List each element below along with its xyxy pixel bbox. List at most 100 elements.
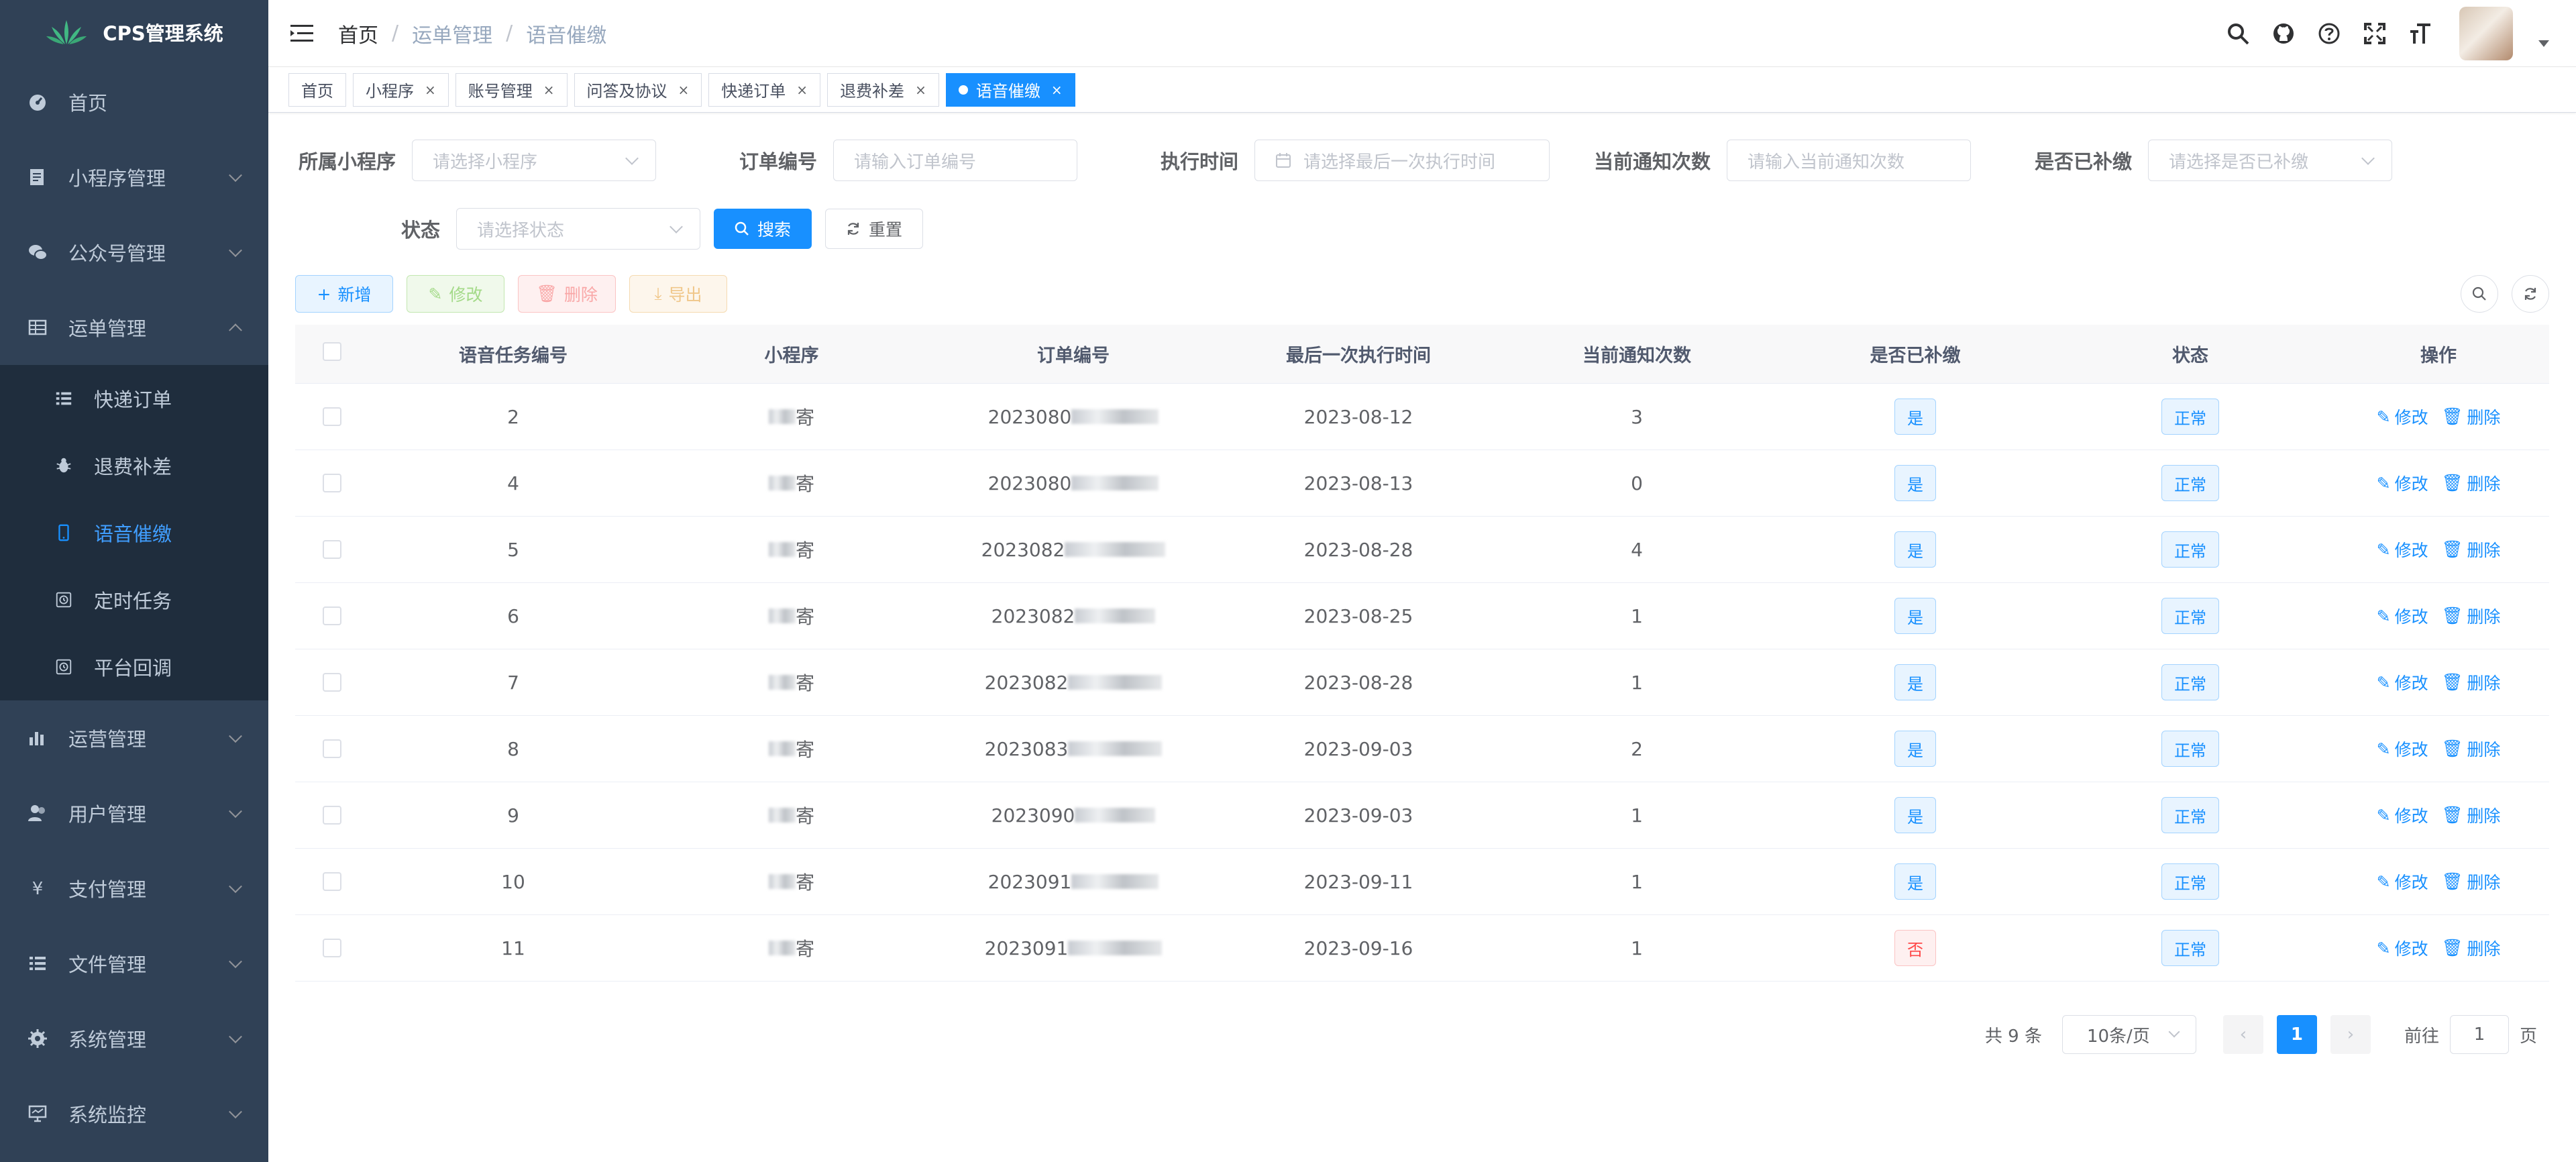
- row-delete-link[interactable]: 🗑 删除: [2442, 737, 2501, 761]
- export-button[interactable]: ⤓ 导出: [629, 275, 727, 313]
- sidebar-item[interactable]: 首页: [0, 64, 268, 140]
- sidebar-subitem[interactable]: 定时任务: [0, 566, 268, 633]
- toggle-search-button[interactable]: [2461, 275, 2498, 313]
- notify-count: 1: [1631, 804, 1643, 827]
- sidebar-item[interactable]: 小程序管理: [0, 140, 268, 215]
- search-icon[interactable]: [2224, 20, 2251, 47]
- font-size-icon[interactable]: [2407, 20, 2434, 47]
- system-icon: [27, 1028, 48, 1049]
- header-count: 当前通知次数: [1582, 346, 1691, 366]
- row-delete-link[interactable]: 🗑 删除: [2442, 471, 2501, 495]
- row-edit-link[interactable]: ✎ 修改: [2377, 869, 2428, 894]
- app-name: 寄: [795, 539, 814, 562]
- paid-select[interactable]: 请选择是否已补缴: [2148, 140, 2392, 181]
- page-number-button[interactable]: 1: [2276, 1015, 2317, 1054]
- row-delete-link[interactable]: 🗑 删除: [2442, 537, 2501, 562]
- close-icon[interactable]: ×: [678, 82, 690, 98]
- app-select[interactable]: 请选择小程序: [412, 140, 656, 181]
- sidebar-item[interactable]: ¥ 支付管理: [0, 851, 268, 926]
- chevron-down-icon: [2168, 1026, 2180, 1038]
- refresh-table-button[interactable]: [2512, 275, 2549, 313]
- status-badge: 正常: [2161, 399, 2219, 435]
- close-icon[interactable]: ×: [796, 82, 808, 98]
- close-icon[interactable]: ×: [425, 82, 436, 98]
- sidebar-subitem[interactable]: 快递订单: [0, 365, 268, 432]
- next-page-button[interactable]: ›: [2330, 1015, 2371, 1054]
- sidebar-item[interactable]: 系统监控: [0, 1076, 268, 1151]
- row-checkbox[interactable]: [323, 939, 341, 957]
- select-all-checkbox[interactable]: [323, 342, 341, 361]
- row-checkbox[interactable]: [323, 540, 341, 559]
- close-icon[interactable]: ×: [1051, 82, 1063, 98]
- row-delete-link[interactable]: 🗑 删除: [2442, 405, 2501, 429]
- tag[interactable]: 小程序 ×: [353, 72, 449, 107]
- row-delete-link[interactable]: 🗑 删除: [2442, 604, 2501, 628]
- add-button[interactable]: + 新增: [295, 275, 393, 313]
- sidebar-subitem[interactable]: 退费补差: [0, 432, 268, 499]
- tag[interactable]: 快递订单 ×: [708, 72, 821, 107]
- row-delete-link[interactable]: 🗑 删除: [2442, 670, 2501, 694]
- row-edit-link[interactable]: ✎ 修改: [2377, 471, 2428, 495]
- status-select[interactable]: 请选择状态: [456, 208, 700, 250]
- row-checkbox[interactable]: [323, 606, 341, 625]
- row-checkbox[interactable]: [323, 806, 341, 825]
- sidebar-subitem[interactable]: 语音催缴: [0, 499, 268, 566]
- phone-icon: [54, 523, 74, 543]
- paid-badge: 是: [1894, 664, 1936, 700]
- tag[interactable]: 语音催缴 ×: [945, 72, 1075, 107]
- row-checkbox[interactable]: [323, 872, 341, 891]
- sidebar-item[interactable]: 系统管理: [0, 1001, 268, 1076]
- count-input[interactable]: 请输入当前通知次数: [1727, 140, 1971, 181]
- row-delete-label: 删除: [2467, 939, 2501, 959]
- close-icon[interactable]: ×: [915, 82, 926, 98]
- close-icon[interactable]: ×: [543, 82, 555, 98]
- row-checkbox[interactable]: [323, 474, 341, 492]
- delete-button[interactable]: 🗑 删除: [518, 275, 616, 313]
- row-edit-link[interactable]: ✎ 修改: [2377, 537, 2428, 562]
- row-edit-link[interactable]: ✎ 修改: [2377, 604, 2428, 628]
- row-checkbox[interactable]: [323, 673, 341, 692]
- sidebar-item[interactable]: 运单管理: [0, 290, 268, 365]
- row-edit-link[interactable]: ✎ 修改: [2377, 670, 2428, 694]
- order-input[interactable]: 请输入订单编号: [833, 140, 1077, 181]
- sidebar-item[interactable]: 公众号管理: [0, 215, 268, 290]
- avatar[interactable]: [2459, 7, 2513, 60]
- breadcrumb-home[interactable]: 首页: [338, 19, 378, 48]
- row-edit-link[interactable]: ✎ 修改: [2377, 737, 2428, 761]
- edit-button[interactable]: ✎ 修改: [407, 275, 504, 313]
- row-delete-link[interactable]: 🗑 删除: [2442, 803, 2501, 827]
- caret-down-icon[interactable]: [2538, 40, 2549, 47]
- row-select: [295, 474, 369, 492]
- sidebar-item[interactable]: 文件管理: [0, 926, 268, 1001]
- sidebar-subitem[interactable]: 平台回调: [0, 633, 268, 700]
- prev-page-button[interactable]: ‹: [2222, 1015, 2263, 1054]
- hamburger-icon[interactable]: [288, 20, 315, 47]
- help-icon[interactable]: [2316, 20, 2343, 47]
- page-size-select[interactable]: 10条/页: [2061, 1015, 2196, 1054]
- github-icon[interactable]: [2270, 20, 2297, 47]
- row-edit-link[interactable]: ✎ 修改: [2377, 803, 2428, 827]
- row-select: [295, 939, 369, 957]
- row-delete-link[interactable]: 🗑 删除: [2442, 869, 2501, 894]
- tag[interactable]: 账号管理 ×: [455, 72, 568, 107]
- search-button[interactable]: 搜索: [714, 209, 812, 249]
- tag[interactable]: 首页: [288, 72, 346, 107]
- tag-label: 语音催缴: [975, 82, 1040, 101]
- sidebar-item[interactable]: 用户管理: [0, 776, 268, 851]
- tag[interactable]: 问答及协议 ×: [574, 72, 702, 107]
- goto-page-input[interactable]: 1: [2449, 1015, 2509, 1054]
- logo[interactable]: CPS管理系统: [0, 0, 268, 64]
- tag[interactable]: 退费补差 ×: [827, 72, 939, 107]
- row-delete-link[interactable]: 🗑 删除: [2442, 936, 2501, 960]
- row-checkbox[interactable]: [323, 739, 341, 758]
- trash-icon: 🗑: [2441, 473, 2463, 492]
- sidebar-item[interactable]: 运营管理: [0, 700, 268, 776]
- row-edit-link[interactable]: ✎ 修改: [2377, 405, 2428, 429]
- reset-button[interactable]: 重置: [825, 209, 923, 249]
- row-checkbox[interactable]: [323, 407, 341, 426]
- time-picker[interactable]: 请选择最后一次执行时间: [1254, 140, 1550, 181]
- pagination: 共 9 条 10条/页 ‹ 1 › 前往 1 页: [1985, 1014, 2537, 1055]
- fullscreen-icon[interactable]: [2361, 20, 2388, 47]
- row-edit-link[interactable]: ✎ 修改: [2377, 936, 2428, 960]
- redacted-text: [768, 542, 796, 557]
